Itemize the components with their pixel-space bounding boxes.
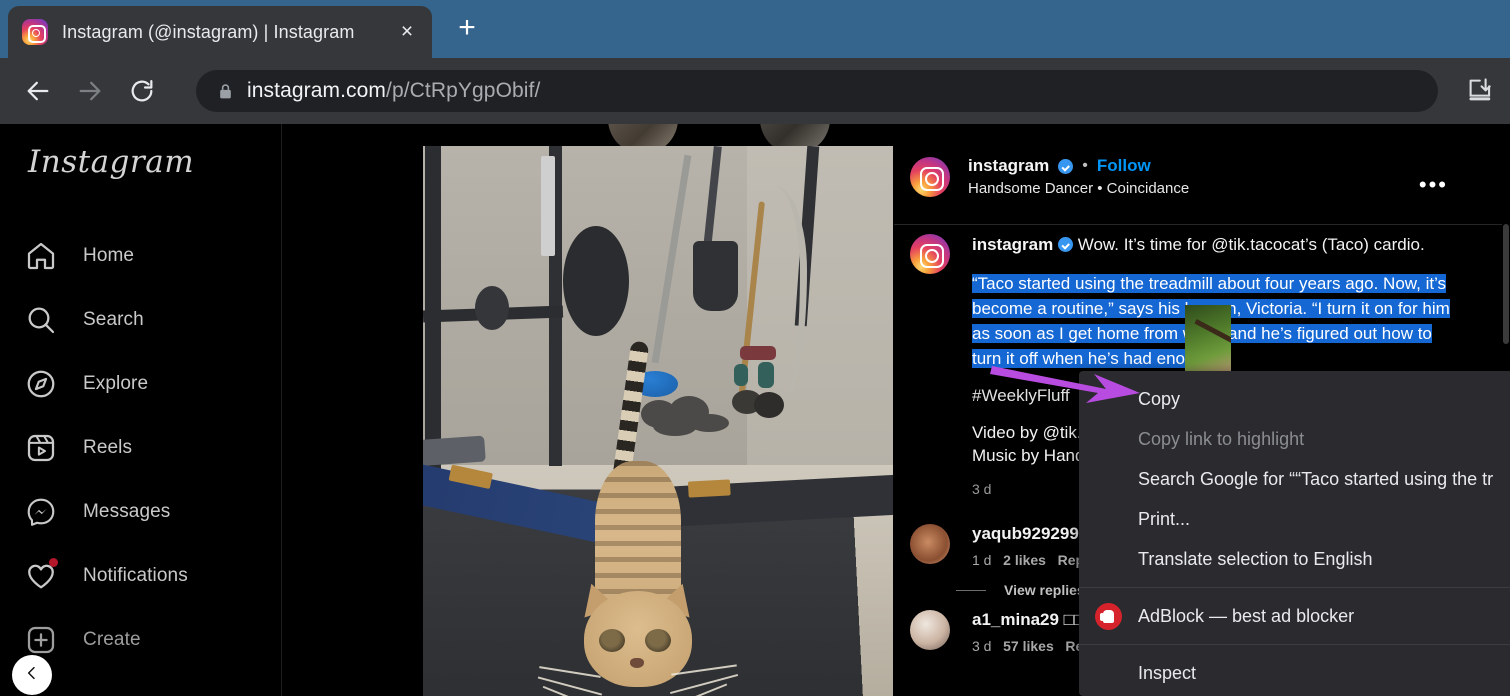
comment-time: 3 d — [972, 638, 992, 654]
reels-icon — [25, 432, 57, 464]
tab-strip: Instagram (@instagram) | Instagram × + — [0, 0, 1510, 58]
comment-likes[interactable]: 57 likes — [1003, 638, 1054, 654]
verified-badge-icon — [1058, 158, 1074, 174]
close-icon[interactable]: × — [396, 21, 418, 43]
post-options-button[interactable]: ••• — [1419, 174, 1448, 196]
post-media[interactable] — [423, 146, 893, 696]
caption-author-username[interactable]: instagram — [972, 235, 1053, 254]
url-text: instagram.com/p/CtRpYgpObif/ — [247, 79, 540, 103]
back-arrow-icon[interactable] — [24, 77, 52, 105]
sidebar: Instagram Home Search Explore Reels Mess… — [0, 124, 282, 696]
annotation-arrow — [990, 360, 1145, 404]
verified-badge-icon — [1057, 237, 1073, 252]
sidebar-item-search[interactable]: Search — [0, 288, 282, 352]
menu-item-label: AdBlock — best ad blocker — [1138, 605, 1355, 626]
sidebar-nav: Home Search Explore Reels Messages Notif… — [0, 224, 282, 672]
avatar[interactable] — [910, 234, 950, 274]
scrollbar-thumb[interactable] — [1503, 224, 1509, 344]
chevron-left-icon — [24, 665, 40, 686]
menu-item-adblock[interactable]: AdBlock — best ad blocker — [1079, 596, 1510, 636]
sidebar-item-messages[interactable]: Messages — [0, 480, 282, 544]
avatar[interactable] — [910, 524, 950, 564]
instagram-wordmark[interactable]: Instagram — [28, 144, 194, 180]
menu-item-copy-link-to-highlight: Copy link to highlight — [1138, 428, 1305, 449]
gym-scene-image — [423, 146, 893, 696]
post-audio-label[interactable]: Handsome Dancer • Coincidance — [968, 180, 1189, 197]
divider-line — [956, 589, 986, 591]
sidebar-item-label: Messages — [83, 501, 171, 522]
caption-intro-text: Wow. It’s time for @tik.tacocat’s (Taco)… — [1077, 235, 1425, 254]
tab-title: Instagram (@instagram) | Instagram — [62, 21, 355, 42]
selected-text-line: “Taco started using the treadmill about … — [972, 273, 1447, 293]
sidebar-item-home[interactable]: Home — [0, 224, 282, 288]
comment-likes[interactable]: 2 likes — [1003, 552, 1046, 568]
notification-badge — [49, 558, 58, 567]
menu-item-print[interactable]: Print... — [1079, 499, 1510, 539]
separator-dot: • — [1082, 157, 1088, 174]
plus-square-icon — [25, 624, 57, 656]
sidebar-item-label: Notifications — [83, 565, 188, 586]
sidebar-item-reels[interactable]: Reels — [0, 416, 282, 480]
browser-tab[interactable]: Instagram (@instagram) | Instagram × — [8, 6, 432, 58]
comment-time: 1 d — [972, 552, 992, 568]
url-path: /p/CtRpYgpObif/ — [386, 79, 541, 102]
menu-item-search-google[interactable]: Search Google for ““Taco started using t… — [1079, 459, 1510, 499]
menu-separator — [1079, 587, 1510, 588]
menu-item-inspect[interactable]: Inspect — [1079, 653, 1510, 693]
new-tab-button[interactable]: + — [452, 13, 482, 44]
avatar[interactable] — [910, 156, 950, 197]
adblock-icon — [1095, 602, 1122, 630]
view-replies-label: View replies — [1004, 582, 1085, 598]
home-icon — [25, 240, 57, 272]
address-bar[interactable]: instagram.com/p/CtRpYgpObif/ — [196, 70, 1438, 112]
forward-arrow-icon — [76, 77, 104, 105]
sidebar-item-label: Home — [83, 245, 135, 266]
compass-icon — [25, 368, 57, 400]
next-post-thumbnail[interactable] — [1185, 305, 1231, 375]
sidebar-collapse-button[interactable] — [12, 655, 52, 695]
sidebar-item-label: Search — [83, 309, 144, 330]
follow-button[interactable]: Follow — [1097, 156, 1151, 176]
sidebar-item-explore[interactable]: Explore — [0, 352, 282, 416]
divider — [894, 224, 1510, 225]
browser-window: Instagram (@instagram) | Instagram × + i… — [0, 0, 1510, 696]
sidebar-item-label: Explore — [83, 373, 149, 394]
lock-icon — [218, 83, 233, 100]
avatar[interactable] — [910, 610, 950, 650]
messenger-icon — [25, 496, 57, 528]
cat-on-treadmill — [537, 340, 753, 696]
sidebar-item-notifications[interactable]: Notifications — [0, 544, 282, 608]
menu-separator — [1079, 644, 1510, 645]
comment-username[interactable]: yaqub9292992 — [972, 524, 1096, 544]
context-menu: Copy Copy link to highlight Search Googl… — [1079, 371, 1510, 696]
search-icon — [25, 304, 57, 336]
post-header: instagram • Follow Handsome Dancer • Coi… — [894, 156, 1510, 224]
browser-toolbar: instagram.com/p/CtRpYgpObif/ — [0, 58, 1510, 124]
sidebar-item-label: Create — [83, 629, 141, 650]
download-icon[interactable] — [1466, 77, 1496, 105]
menu-item-translate-selection[interactable]: Translate selection to English — [1079, 539, 1510, 579]
instagram-favicon-icon — [22, 19, 48, 45]
post-author-username[interactable]: instagram — [968, 156, 1049, 176]
sidebar-item-label: Reels — [83, 437, 133, 458]
url-host: instagram.com — [247, 79, 387, 102]
reload-icon[interactable] — [128, 77, 156, 105]
